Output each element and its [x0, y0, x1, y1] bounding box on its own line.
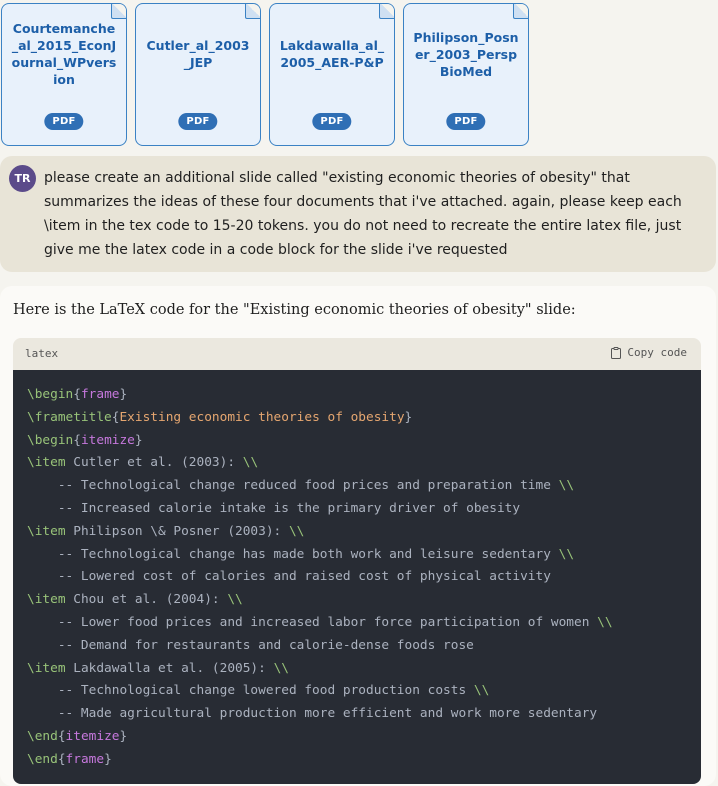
pdf-badge: PDF [312, 113, 352, 130]
attachment-name: Lakdawalla_al_2005_AER-P&P [279, 38, 385, 70]
code-line: \item Philipson \& Posner (2003): \\ [27, 521, 701, 544]
assistant-intro-text: Here is the LaTeX code for the "Existing… [13, 302, 576, 318]
line-break-token: \\ [558, 478, 575, 494]
latex-command: \item [27, 660, 66, 676]
assistant-message: Here is the LaTeX code for the "Existing… [0, 286, 716, 786]
code-line: \item Chou et al. (2004): \\ [27, 589, 701, 612]
latex-argument: frame [80, 387, 120, 402]
code-line: \frametitle{Existing economic theories o… [27, 407, 701, 430]
latex-command: \begin [27, 432, 74, 448]
brace: } [134, 432, 143, 448]
code-line: -- Demand for restaurants and calorie-de… [27, 635, 701, 658]
code-line: \begin{frame} [27, 384, 701, 407]
code-text: -- Lower food prices and increased labor… [27, 614, 598, 630]
code-line: \end{itemize} [27, 726, 701, 749]
brace: { [73, 432, 81, 448]
code-text: Chou et al. (2004): [65, 592, 228, 608]
code-line: -- Lowered cost of calories and raised c… [27, 566, 701, 589]
brace: } [119, 728, 128, 744]
brace: } [404, 409, 413, 425]
code-line: \begin{itemize} [27, 430, 701, 453]
code-text: Lakdawalla et al. (2005): [65, 660, 274, 676]
latex-command: \begin [27, 387, 74, 402]
attachments-row: Courtemanche_al_2015_EconJournal_WPversi… [0, 0, 718, 150]
code-text: -- Technological change reduced food pri… [27, 478, 559, 494]
line-break-token: \\ [597, 614, 613, 630]
code-text: -- Technological change has made both wo… [27, 546, 559, 562]
latex-command: \end [27, 728, 58, 744]
code-line: -- Made agricultural production more eff… [27, 703, 701, 726]
latex-command: \item [27, 455, 66, 471]
code-text: -- Technological change lowered food pro… [27, 683, 474, 699]
copy-code-label: Copy code [627, 346, 687, 359]
latex-command: \item [27, 592, 66, 608]
brace: { [57, 728, 66, 744]
line-break-token: \\ [288, 523, 305, 539]
code-line: -- Lower food prices and increased labor… [27, 612, 701, 635]
latex-argument: itemize [80, 432, 135, 448]
pdf-badge: PDF [178, 113, 218, 130]
avatar: TR [9, 165, 36, 192]
code-text: Cutler et al. (2003): [65, 455, 243, 471]
latex-command: \end [27, 751, 58, 767]
brace: { [57, 751, 66, 767]
line-break-token: \\ [227, 592, 243, 608]
latex-argument: itemize [65, 728, 120, 744]
code-line: \item Cutler et al. (2003): \\ [27, 452, 701, 475]
code-language-label: latex [25, 347, 59, 360]
code-text: -- Demand for restaurants and calorie-de… [27, 637, 474, 653]
brace: } [119, 387, 128, 402]
code-text: -- Lowered cost of calories and raised c… [27, 569, 551, 585]
pdf-badge: PDF [446, 113, 486, 130]
latex-command: \item [27, 523, 66, 539]
code-block[interactable]: \begin{frame} \frametitle{Existing econom… [13, 370, 701, 784]
line-break-token: \\ [558, 546, 575, 562]
code-line: -- Technological change has made both wo… [27, 544, 701, 567]
brace: } [104, 751, 112, 767]
copy-code-button[interactable]: Copy code [611, 346, 687, 359]
code-line: -- Increased calorie intake is the prima… [27, 498, 701, 521]
attachment-card[interactable]: Philipson_Posner_2003_PerspBioMed PDF [403, 3, 529, 146]
code-text: -- Made agricultural production more eff… [27, 706, 598, 722]
line-break-token: \\ [473, 683, 490, 699]
attachment-card[interactable]: Lakdawalla_al_2005_AER-P&P PDF [269, 3, 395, 146]
latex-argument: frame [65, 751, 105, 767]
user-message: TR please create an additional slide cal… [0, 156, 716, 272]
code-line: \item Lakdawalla et al. (2005): \\ [27, 658, 701, 681]
code-line: -- Technological change reduced food pri… [27, 475, 701, 498]
code-text: -- Increased calorie intake is the prima… [27, 500, 521, 516]
code-block-header: latex Copy code [13, 338, 701, 370]
line-break-token: \\ [242, 455, 259, 471]
code-line: \end{frame} [27, 749, 701, 772]
latex-command: \frametitle [27, 409, 112, 425]
pdf-badge: PDF [44, 113, 84, 130]
user-message-text: please create an additional slide called… [44, 170, 682, 258]
brace: { [73, 387, 81, 402]
attachment-name: Courtemanche_al_2015_EconJournal_WPversi… [11, 21, 117, 87]
clipboard-icon [611, 346, 622, 359]
code-line: -- Technological change lowered food pro… [27, 680, 701, 703]
line-break-token: \\ [273, 660, 289, 676]
attachment-name: Philipson_Posner_2003_PerspBioMed [413, 29, 519, 79]
attachment-card[interactable]: Courtemanche_al_2015_EconJournal_WPversi… [1, 3, 127, 146]
attachment-card[interactable]: Cutler_al_2003_JEP PDF [135, 3, 261, 146]
code-text: Philipson \& Posner (2003): [65, 523, 289, 539]
attachment-name: Cutler_al_2003_JEP [146, 38, 250, 70]
latex-argument: Existing economic theories of obesity [119, 409, 405, 425]
